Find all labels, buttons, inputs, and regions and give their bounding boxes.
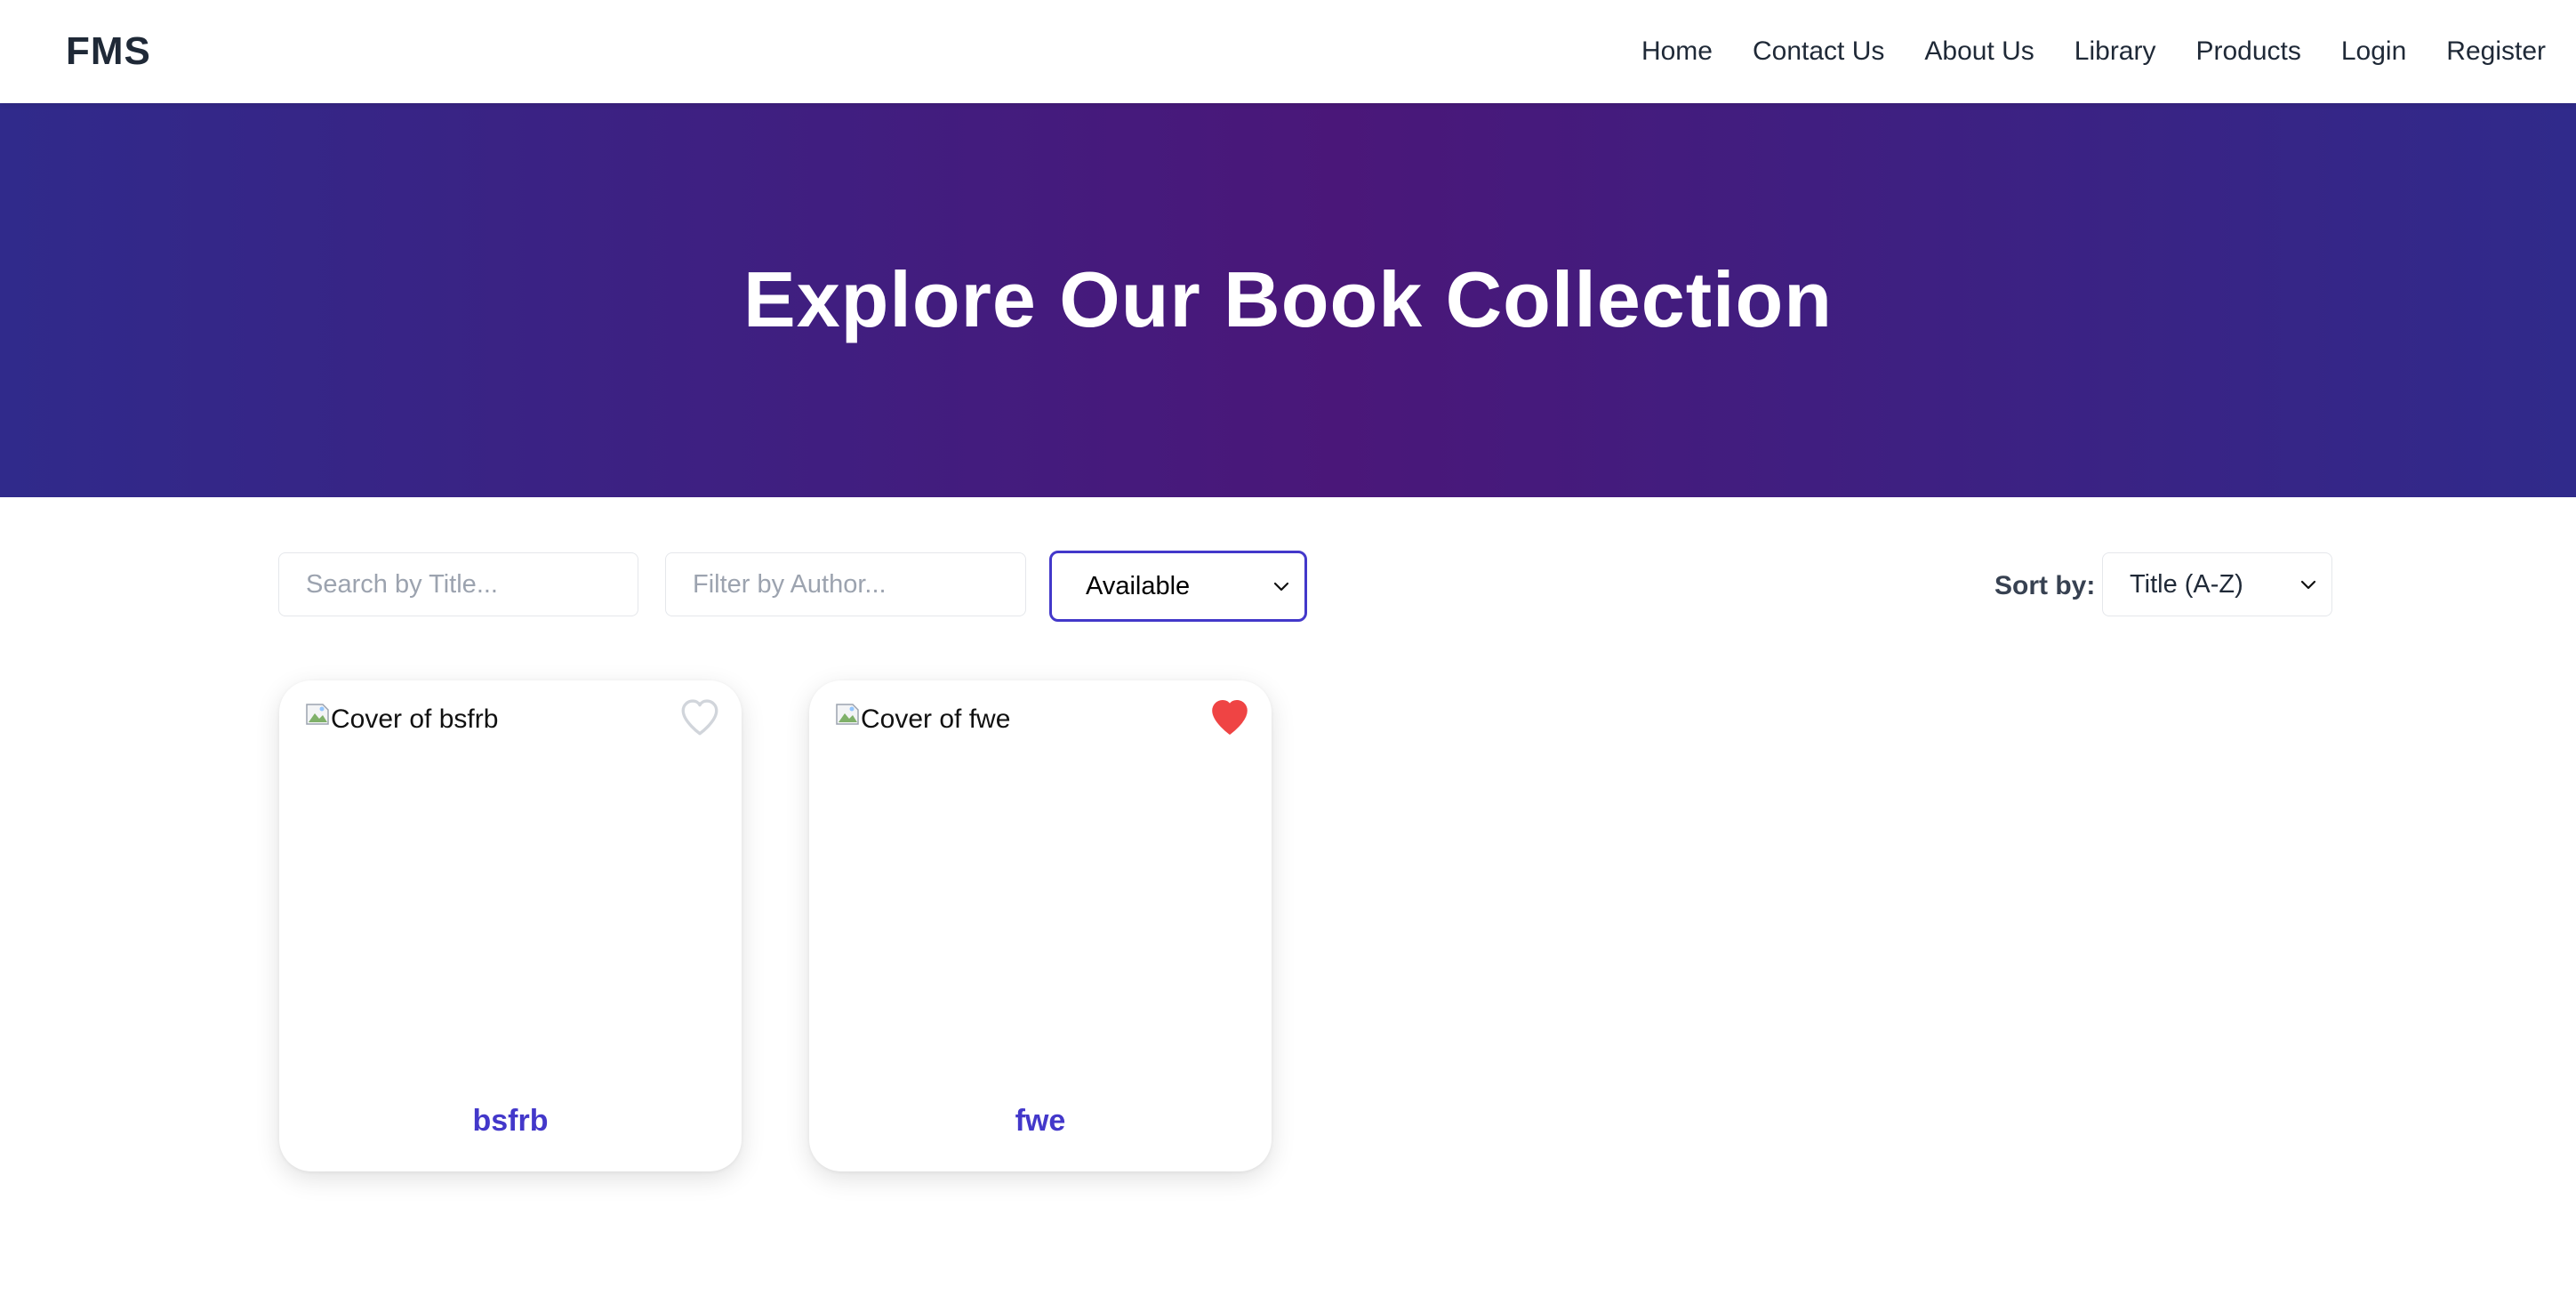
nav-link-about-us[interactable]: About Us — [1924, 27, 2034, 76]
nav-link-contact-us[interactable]: Contact Us — [1753, 27, 1884, 76]
heart-filled-icon[interactable] — [1206, 695, 1254, 739]
sort-select[interactable]: Title (A-Z) — [2102, 552, 2332, 616]
book-cover-image: Cover of fwe — [834, 700, 1208, 1056]
availability-select-value: Available — [1086, 571, 1191, 600]
nav-links: Home Contact Us About Us Library Product… — [1641, 27, 2546, 76]
broken-image-icon — [306, 704, 329, 725]
nav-link-products[interactable]: Products — [2195, 27, 2300, 76]
page-title: Explore Our Book Collection — [743, 254, 1833, 343]
sort-label: Sort by: — [1994, 571, 2096, 600]
book-card[interactable]: Cover of bsfrb bsfrb — [279, 680, 742, 1171]
sort-select-value: Title (A-Z) — [2130, 569, 2243, 599]
book-title[interactable]: fwe — [809, 1101, 1272, 1140]
book-cover-alt-text: Cover of bsfrb — [331, 704, 499, 734]
chevron-down-icon — [2300, 580, 2316, 590]
filter-bar: Available Sort by: Title (A-Z) — [278, 551, 2332, 622]
chevron-down-icon — [1273, 582, 1289, 592]
book-title[interactable]: bsfrb — [279, 1101, 742, 1140]
brand-logo[interactable]: FMS — [66, 25, 151, 78]
search-title-input[interactable] — [278, 552, 638, 616]
hero-banner: Explore Our Book Collection — [0, 103, 2576, 497]
heart-outline-icon[interactable] — [676, 695, 724, 739]
nav-link-login[interactable]: Login — [2341, 27, 2406, 76]
nav-link-home[interactable]: Home — [1641, 27, 1713, 76]
navbar: FMS Home Contact Us About Us Library Pro… — [0, 0, 2576, 103]
broken-image-icon — [836, 704, 859, 725]
availability-select[interactable]: Available — [1049, 551, 1307, 622]
book-card[interactable]: Cover of fwe fwe — [809, 680, 1272, 1171]
book-cover-image: Cover of bsfrb — [304, 700, 678, 1056]
nav-link-register[interactable]: Register — [2446, 27, 2546, 76]
book-cover-alt-text: Cover of fwe — [861, 704, 1011, 734]
filter-author-input[interactable] — [665, 552, 1026, 616]
nav-link-library[interactable]: Library — [2074, 27, 2156, 76]
